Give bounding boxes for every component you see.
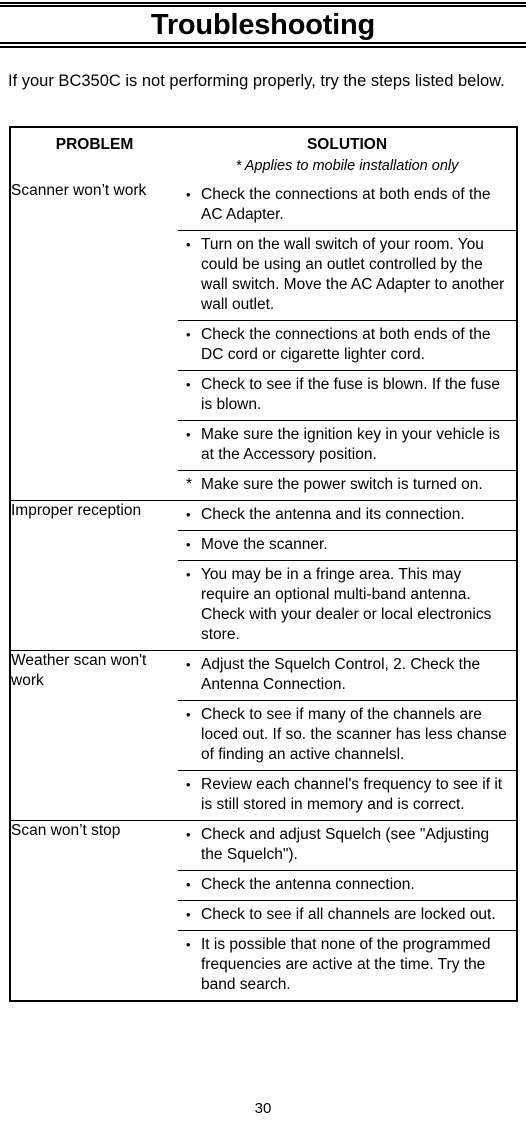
bullet-marker-icon: • — [186, 327, 191, 342]
solution-item: • Check the antenna and its connection. — [178, 501, 516, 531]
asterisk-marker-icon: * — [186, 476, 193, 493]
solution-item: • Review each channel's frequency to see … — [178, 771, 516, 820]
intro-paragraph: If your BC350C is not performing properl… — [8, 72, 505, 90]
header-rule-bottom — [0, 42, 526, 48]
solution-item: • Check the connections at both ends of t… — [178, 181, 516, 231]
bullet-marker-icon: • — [186, 567, 191, 582]
solution-text: Check the antenna connection. — [201, 876, 415, 893]
header-rule-top — [0, 2, 526, 7]
solution-text: Move the scanner. — [201, 536, 328, 553]
problem-cell: Improper reception — [11, 500, 178, 651]
solution-text: Check to see if many of the channels are… — [201, 706, 507, 763]
table-header-solution: SOLUTION * Applies to mobile installatio… — [178, 128, 516, 181]
solution-text: Make sure the ignition key in your vehic… — [201, 426, 500, 463]
solution-item: • You may be in a fringe area. This may r… — [178, 561, 516, 650]
table-row: Scan won’t stop • Check and adjust Squelch… — [11, 820, 516, 1000]
solution-cell: • Adjust the Squelch Control, 2. Check th… — [178, 650, 516, 821]
bullet-marker-icon: • — [186, 877, 191, 892]
table-row: Scanner won’t work • Check the connections… — [11, 181, 516, 501]
solution-item: • Check the antenna connection. — [178, 871, 516, 901]
table-header-problem-label: PROBLEM — [55, 136, 134, 153]
solution-text: Check the connections at both ends of th… — [201, 186, 491, 223]
bullet-marker-icon: • — [186, 937, 191, 952]
solution-text: It is possible that none of the programm… — [201, 936, 491, 993]
solution-cell: • Check the connections at both ends of t… — [178, 181, 516, 501]
solution-text: Turn on the wall switch of your room. Yo… — [201, 236, 505, 313]
bullet-marker-icon: • — [186, 827, 191, 842]
solution-list: • Check and adjust Squelch (see "Adjustin… — [178, 821, 516, 1000]
page-number: 30 — [254, 1100, 272, 1117]
table-row: Weather scan won't work • Adjust the Squel… — [11, 650, 516, 821]
solution-item: • Turn on the wall switch of your room. Y… — [178, 231, 516, 321]
solution-item: • Adjust the Squelch Control, 2. Check th… — [178, 651, 516, 701]
solution-text: Check the connections at both ends of th… — [201, 326, 491, 363]
bullet-marker-icon: • — [186, 707, 191, 722]
bullet-marker-icon: • — [186, 907, 191, 922]
solution-item: • It is possible that none of the program… — [178, 931, 516, 1000]
bullet-marker-icon: • — [186, 537, 191, 552]
bullet-marker-icon: • — [186, 507, 191, 522]
bullet-marker-icon: • — [186, 427, 191, 442]
page-title: Troubleshooting — [150, 9, 376, 41]
solution-item: * Make sure the power switch is turned on… — [178, 471, 516, 500]
solution-item: • Move the scanner. — [178, 531, 516, 561]
solution-text: Check and adjust Squelch (see "Adjusting… — [201, 826, 490, 863]
bullet-marker-icon: • — [186, 237, 191, 252]
document-page: Troubleshooting If your BC350C is not pe… — [0, 0, 526, 1148]
table-header: PROBLEM SOLUTION * Applies to mobile ins… — [11, 128, 516, 181]
bullet-marker-icon: • — [186, 657, 191, 672]
bullet-marker-icon: • — [186, 377, 191, 392]
bullet-marker-icon: • — [186, 777, 191, 792]
solution-text: Adjust the Squelch Control, 2. Check the… — [201, 656, 481, 693]
table-body: Scanner won’t work • Check the connections… — [11, 181, 516, 1000]
solution-text: Check the antenna and its connection. — [201, 506, 465, 523]
solution-item: • Check to see if many of the channels ar… — [178, 701, 516, 771]
problem-cell: Scan won’t stop — [11, 820, 178, 1000]
solution-cell: • Check and adjust Squelch (see "Adjustin… — [178, 820, 516, 1000]
solution-text: Make sure the power switch is turned on. — [201, 476, 483, 493]
solution-text: Check to see if all channels are locked … — [201, 906, 496, 923]
solution-list: • Adjust the Squelch Control, 2. Check th… — [178, 651, 516, 820]
problem-cell: Weather scan won't work — [11, 650, 178, 821]
table-header-problem: PROBLEM — [11, 128, 178, 181]
solution-text: Check to see if the fuse is blown. If th… — [201, 376, 500, 413]
table-row: Improper reception • Check the antenna and… — [11, 500, 516, 651]
problem-cell: Scanner won’t work — [11, 182, 147, 199]
solution-item: • Make sure the ignition key in your vehi… — [178, 421, 516, 471]
solution-text: You may be in a fringe area. This may re… — [201, 566, 492, 643]
table-header-solution-note: * Applies to mobile installation only — [235, 158, 459, 174]
bullet-marker-icon: • — [186, 187, 191, 202]
table-header-solution-label: SOLUTION — [306, 136, 388, 153]
solution-text: Review each channel's frequency to see i… — [201, 776, 503, 813]
solution-item: • Check the connections at both ends of t… — [178, 321, 516, 371]
solution-item: • Check to see if the fuse is blown. If t… — [178, 371, 516, 421]
solution-list: • Check the antenna and its connection. • M… — [178, 501, 516, 650]
solution-item: • Check and adjust Squelch (see "Adjustin… — [178, 821, 516, 871]
solution-cell: • Check the antenna and its connection. • M… — [178, 500, 516, 651]
solution-list: • Check the connections at both ends of t… — [178, 181, 516, 500]
troubleshooting-table: PROBLEM SOLUTION * Applies to mobile ins… — [9, 126, 518, 1002]
solution-item: • Check to see if all channels are locked… — [178, 901, 516, 931]
